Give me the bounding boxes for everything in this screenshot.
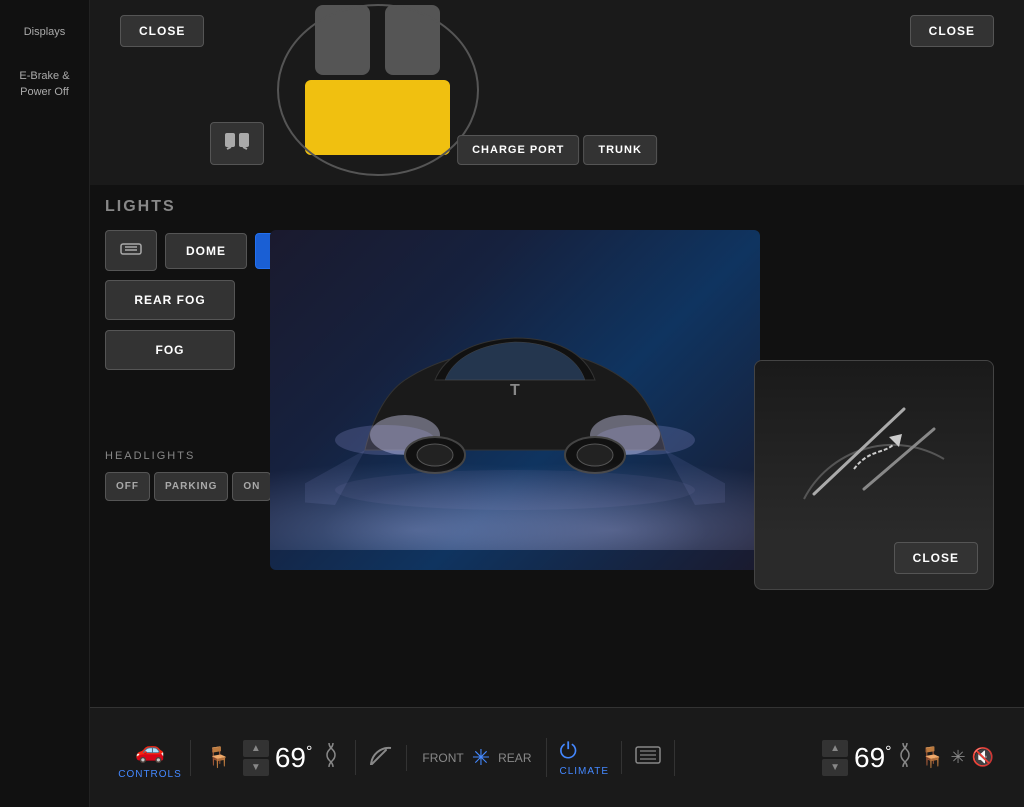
fog-buttons: REAR FOG FOG xyxy=(105,280,235,380)
car-top-section: CLOSE CLOSE CHARGE PORT TRUNK xyxy=(90,0,1024,185)
rear-heat-icon-section xyxy=(621,741,674,774)
popup-content xyxy=(755,361,993,536)
right-temp-arrows: ▲ ▼ xyxy=(822,740,848,776)
fan-section: FRONT ✳ REAR xyxy=(406,745,546,771)
seat-icon-right: 🪑 xyxy=(920,745,945,770)
trunk-button[interactable]: TRUNK xyxy=(583,135,657,165)
close-button-top-right[interactable]: CLOSE xyxy=(910,15,994,47)
fold-seats-button[interactable] xyxy=(210,122,264,165)
right-temp-down-button[interactable]: ▼ xyxy=(822,759,848,776)
car-image-area: T xyxy=(270,230,760,570)
left-climate-group: 🪑 ▲ ▼ 69° xyxy=(190,740,355,776)
right-temp-display: 69° xyxy=(854,742,892,774)
climate-power-section: ⏻ CLIMATE xyxy=(546,738,621,777)
svg-text:T: T xyxy=(510,382,520,399)
left-temp-up-button[interactable]: ▲ xyxy=(243,740,269,757)
heat-icon-left xyxy=(324,741,340,774)
climate-label: CLIMATE xyxy=(559,766,609,777)
climate-bar: 🚗 CONTROLS 🪑 ▲ ▼ 69° xyxy=(90,707,1024,807)
wiper-icon-bottom xyxy=(355,740,406,775)
rear-defrost-icon xyxy=(634,741,662,769)
fan-icon-right: ✳ xyxy=(950,747,965,768)
car-image-background: T xyxy=(270,230,760,570)
sidebar-item-displays[interactable]: Displays xyxy=(0,10,89,54)
rear-fog-button[interactable]: REAR FOG xyxy=(105,280,235,320)
heat-icon-right xyxy=(898,741,914,774)
light-icon-button[interactable] xyxy=(105,230,157,271)
seat-icon-left: 🪑 xyxy=(206,745,231,770)
right-temp-up-button[interactable]: ▲ xyxy=(822,740,848,757)
controls-section: 🚗 CONTROLS xyxy=(110,736,190,780)
left-temp-display: 69° xyxy=(275,742,313,774)
fog-button[interactable]: FOG xyxy=(105,330,235,370)
main-content: CLOSE CLOSE CHARGE PORT TRUNK LIG xyxy=(90,0,1024,807)
popup-close-button[interactable]: CLOSE xyxy=(894,542,978,574)
rear-label: REAR xyxy=(498,751,531,765)
climate-power-icon[interactable]: ⏻ xyxy=(559,738,609,764)
lights-title: LIGHTS xyxy=(105,198,176,216)
charge-trunk-area: CHARGE PORT TRUNK xyxy=(457,135,657,165)
wiper-popup: ✕ CLOSE xyxy=(754,360,994,590)
charge-port-button[interactable]: CHARGE PORT xyxy=(457,135,579,165)
sidebar-item-ebrake[interactable]: E-Brake &Power Off xyxy=(0,54,89,115)
headlight-off-button[interactable]: OFF xyxy=(105,472,150,501)
headlight-on-button[interactable]: ON xyxy=(232,472,271,501)
fan-icon: ✳ xyxy=(472,745,490,771)
volume-icon[interactable]: 🔇 xyxy=(972,747,994,768)
dome-button[interactable]: DOME xyxy=(165,233,247,269)
left-temp-arrows: ▲ ▼ xyxy=(243,740,269,776)
right-climate-controls: ▲ ▼ 69° 🪑 ✳ 🔇 xyxy=(674,740,1004,776)
controls-car-icon: 🚗 xyxy=(135,736,165,765)
sidebar: Displays E-Brake &Power Off xyxy=(0,0,90,807)
left-temp-down-button[interactable]: ▼ xyxy=(243,759,269,776)
controls-label: CONTROLS xyxy=(118,769,182,780)
headlight-parking-button[interactable]: PARKING xyxy=(154,472,228,501)
front-label: FRONT xyxy=(422,751,463,765)
headlight-glow xyxy=(270,450,760,550)
wiper-svg xyxy=(784,379,964,519)
